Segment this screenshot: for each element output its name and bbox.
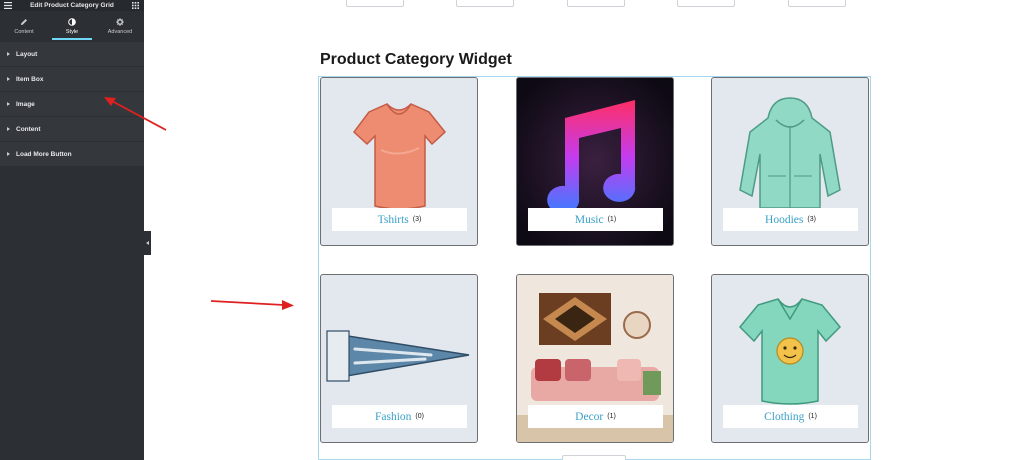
caret-right-icon: [7, 127, 10, 131]
editor-app: Edit Product Category Grid Content Style: [0, 0, 1024, 460]
panel-tabs: Content Style Advanced: [0, 16, 144, 40]
tab-style[interactable]: Style: [48, 16, 96, 40]
tab-content-label: Content: [14, 29, 34, 35]
previous-widget-item: [456, 0, 514, 7]
pencil-icon: [20, 18, 28, 26]
category-count: (3): [412, 216, 422, 223]
previous-widget-item: [788, 0, 846, 7]
category-label: Decor (1): [528, 405, 663, 428]
category-count: (1): [808, 413, 817, 420]
category-name-link[interactable]: Clothing: [764, 411, 804, 423]
category-label: Fashion (0): [332, 405, 467, 428]
widgets-grid-icon[interactable]: [132, 2, 140, 10]
section-label: Image: [16, 100, 35, 108]
previous-widget-item: [346, 0, 404, 7]
hamburger-menu-icon[interactable]: [4, 2, 12, 10]
category-name-link[interactable]: Hoodies: [765, 214, 803, 226]
category-label: Hoodies (3): [723, 208, 858, 231]
category-card-fashion[interactable]: Fashion (0): [320, 274, 478, 443]
category-count: (3): [807, 216, 816, 223]
section-label: Load More Button: [16, 150, 72, 158]
contrast-icon: [68, 18, 76, 26]
category-card-decor[interactable]: Decor (1): [516, 274, 674, 443]
previous-widget-item: [677, 0, 735, 7]
widget-heading: Product Category Widget: [320, 51, 512, 68]
category-name-link[interactable]: Decor: [575, 411, 603, 423]
caret-right-icon: [7, 102, 10, 106]
tab-content[interactable]: Content: [0, 16, 48, 40]
category-card-tshirts[interactable]: Tshirts (3): [320, 77, 478, 246]
tab-style-label: Style: [65, 29, 79, 35]
category-count: (1): [607, 413, 616, 420]
section-label: Item Box: [16, 75, 44, 83]
category-card-clothing[interactable]: Clothing (1): [711, 274, 869, 443]
tab-advanced[interactable]: Advanced: [96, 16, 144, 40]
caret-right-icon: [7, 152, 10, 156]
gear-icon: [116, 18, 124, 26]
editor-sidebar: Edit Product Category Grid Content Style: [0, 0, 144, 460]
category-name-link[interactable]: Tshirts: [378, 214, 409, 226]
caret-right-icon: [7, 77, 10, 81]
section-label: Content: [16, 125, 41, 133]
section-label: Layout: [16, 50, 38, 58]
category-count: (0): [415, 413, 424, 420]
chevron-left-icon: [146, 241, 149, 245]
panel-header: Edit Product Category Grid: [0, 0, 144, 11]
section-load-more-button[interactable]: Load More Button: [0, 142, 144, 166]
category-card-music[interactable]: Music (1): [516, 77, 674, 246]
load-more-button-edge[interactable]: [562, 455, 626, 460]
previous-widget-item: [567, 0, 625, 7]
category-name-link[interactable]: Music: [575, 214, 604, 226]
category-name-link[interactable]: Fashion: [375, 411, 411, 423]
category-label: Clothing (1): [723, 405, 858, 428]
section-item-box[interactable]: Item Box: [0, 67, 144, 91]
annotation-arrow-icon: [104, 97, 167, 131]
category-label: Tshirts (3): [332, 208, 467, 231]
caret-right-icon: [7, 52, 10, 56]
section-layout[interactable]: Layout: [0, 42, 144, 66]
panel-title: Edit Product Category Grid: [30, 2, 114, 9]
category-count: (1): [607, 216, 617, 223]
collapse-panel-toggle[interactable]: [144, 231, 151, 255]
tab-advanced-label: Advanced: [107, 29, 133, 35]
annotation-arrow-icon: [210, 300, 294, 310]
category-card-hoodies[interactable]: Hoodies (3): [711, 77, 869, 246]
category-label: Music (1): [528, 208, 663, 231]
